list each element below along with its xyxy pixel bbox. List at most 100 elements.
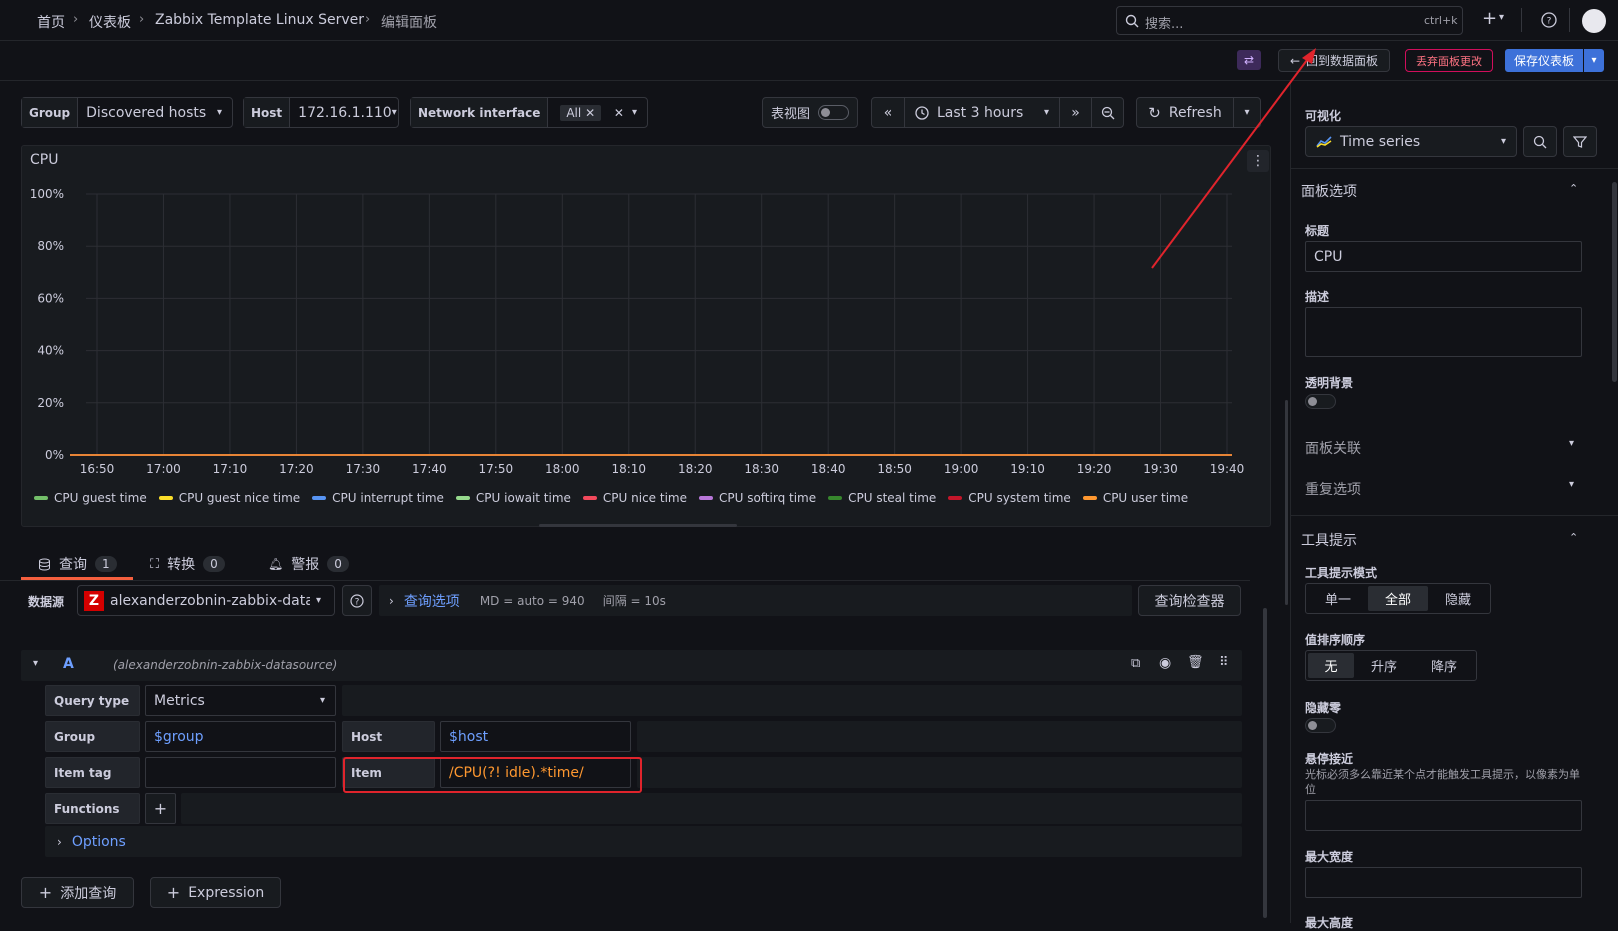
repeat-options-section[interactable]: 重复选项: [1305, 479, 1361, 499]
visualization-search-button[interactable]: [1523, 126, 1557, 157]
add-query-button[interactable]: + 添加查询: [21, 877, 134, 908]
variable-host[interactable]: Host 172.16.1.110 ▾: [243, 97, 399, 128]
chevron-up-icon[interactable]: ⌃: [1569, 531, 1578, 544]
legend-item[interactable]: CPU nice time: [582, 491, 687, 505]
legend-item[interactable]: CPU guest nice time: [158, 491, 301, 505]
legend-label: CPU nice time: [602, 491, 687, 505]
chevron-down-icon[interactable]: ▾: [1569, 438, 1574, 449]
description-textarea[interactable]: [1305, 307, 1582, 357]
variable-group[interactable]: Group Discovered hosts ▾: [21, 97, 233, 128]
query-scrollbar[interactable]: [1263, 608, 1267, 918]
plus-icon[interactable]: +: [1482, 8, 1497, 29]
x-tick-label: 17:40: [412, 462, 447, 476]
chevron-down-icon[interactable]: ▾: [1499, 12, 1504, 23]
time-range-picker[interactable]: Last 3 hours ▾: [904, 97, 1060, 128]
tooltip-section-title[interactable]: 工具提示: [1301, 530, 1357, 550]
tab-query[interactable]: 查询 1: [38, 548, 117, 580]
variable-host-value: 172.16.1.110: [298, 104, 392, 121]
x-tick-label: 17:00: [146, 462, 181, 476]
breadcrumb-dashboards[interactable]: 仪表板: [89, 12, 131, 32]
tooltip-mode-hidden[interactable]: 隐藏: [1428, 586, 1488, 611]
tab-alert[interactable]: 🔔︎ 警报 0: [268, 548, 349, 580]
item-tag-input[interactable]: [145, 757, 336, 788]
legend-swatch: [828, 496, 843, 500]
legend-item[interactable]: CPU user time: [1082, 491, 1188, 505]
tab-transform[interactable]: ⛶ 转换 0: [150, 548, 225, 580]
max-width-input[interactable]: [1305, 867, 1582, 898]
panel-links-section[interactable]: 面板关联: [1305, 438, 1361, 458]
legend-item[interactable]: CPU iowait time: [455, 491, 571, 505]
query-type-select[interactable]: Metrics ▾: [145, 685, 336, 716]
svg-text:?: ?: [355, 597, 360, 607]
splitter-handle[interactable]: [1285, 400, 1288, 605]
save-dashboard-button[interactable]: 保存仪表板: [1505, 49, 1583, 72]
variable-network-interface[interactable]: Network interface All ✕ ✕ ▾: [410, 97, 648, 128]
table-view-toggle[interactable]: 表视图: [762, 97, 858, 128]
avatar[interactable]: [1582, 9, 1606, 33]
x-tick-label: 19:40: [1210, 462, 1245, 476]
datasource-picker[interactable]: Z alexanderzobnin-zabbix-datasource ▾: [77, 585, 335, 616]
variable-group-label: Group: [22, 98, 79, 127]
time-shift-back-button[interactable]: «: [871, 97, 905, 128]
legend-item[interactable]: CPU interrupt time: [312, 491, 444, 505]
breadcrumb-current: 编辑面板: [381, 15, 437, 31]
breadcrumb-dashboard[interactable]: Zabbix Template Linux Server: [155, 12, 364, 28]
save-options-dropdown[interactable]: ▾: [1584, 49, 1604, 72]
options-row[interactable]: › Options: [45, 826, 1242, 857]
host-input[interactable]: $host: [440, 721, 631, 752]
copy-icon[interactable]: ⧉: [1131, 656, 1140, 671]
discard-label: 丢弃面板更改: [1416, 54, 1482, 68]
x-tick-label: 19:20: [1077, 462, 1112, 476]
zoom-out-button[interactable]: [1091, 97, 1124, 128]
legend-label: CPU guest nice time: [178, 491, 301, 505]
eye-icon[interactable]: ◉: [1159, 655, 1171, 671]
visualization-picker[interactable]: Time series ▾: [1305, 126, 1517, 157]
chevron-down-icon[interactable]: ▾: [33, 658, 38, 669]
sort-none[interactable]: 无: [1308, 653, 1354, 678]
options-scrollbar[interactable]: [1612, 182, 1617, 382]
help-icon[interactable]: ?: [1541, 12, 1557, 28]
query-inspector-button[interactable]: 查询检查器: [1138, 585, 1241, 616]
drag-handle-icon[interactable]: ⠿: [1219, 655, 1229, 670]
visualization-filter-button[interactable]: [1563, 126, 1597, 157]
datasource-help-button[interactable]: ?: [342, 585, 372, 616]
tooltip-mode-single[interactable]: 单一: [1308, 586, 1368, 611]
tooltip-mode-segmented[interactable]: 单一 全部 隐藏: [1305, 583, 1491, 614]
clear-icon[interactable]: ✕: [614, 106, 624, 120]
breadcrumb-home[interactable]: 首页: [37, 12, 65, 32]
chevron-down-icon[interactable]: ▾: [1569, 479, 1574, 490]
sort-ascending[interactable]: 升序: [1354, 653, 1414, 678]
hover-proximity-label: 悬停接近: [1305, 752, 1354, 766]
add-function-button[interactable]: +: [145, 793, 176, 824]
hover-proximity-input[interactable]: [1305, 800, 1582, 831]
hide-zero-toggle[interactable]: [1305, 718, 1336, 733]
sort-order-segmented[interactable]: 无 升序 降序: [1305, 650, 1477, 681]
legend-item[interactable]: CPU guest time: [34, 491, 147, 505]
title-input[interactable]: CPU: [1305, 241, 1582, 272]
variable-network-chip[interactable]: All ✕: [560, 104, 602, 121]
legend-item[interactable]: CPU system time: [948, 491, 1071, 505]
trash-icon[interactable]: 🗑︎: [1187, 655, 1204, 670]
group-input[interactable]: $group: [145, 721, 336, 752]
time-shift-forward-button[interactable]: »: [1059, 97, 1092, 128]
toggle-switch[interactable]: [818, 105, 850, 120]
query-type-value: Metrics: [154, 692, 205, 709]
query-a-header[interactable]: ▾ A (alexanderzobnin-zabbix-datasource) …: [21, 650, 1242, 681]
legend-item[interactable]: CPU softirq time: [698, 491, 816, 505]
query-options-bar[interactable]: › 查询选项 MD = auto = 940 间隔 = 10s: [379, 585, 1132, 616]
sort-descending[interactable]: 降序: [1414, 653, 1474, 678]
query-ref-source: (alexanderzobnin-zabbix-datasource): [113, 658, 338, 672]
legend-item[interactable]: CPU steal time: [828, 491, 936, 505]
search-box[interactable]: 搜索... ctrl+k: [1116, 6, 1463, 35]
tooltip-mode-all[interactable]: 全部: [1368, 586, 1428, 611]
panel-resize-handle[interactable]: [539, 524, 737, 527]
query-options-label[interactable]: 查询选项: [404, 591, 460, 611]
chevron-up-icon[interactable]: ⌃: [1569, 182, 1578, 195]
options-label[interactable]: Options: [72, 834, 126, 850]
discard-button[interactable]: 丢弃面板更改: [1405, 49, 1493, 72]
divider: [1569, 8, 1570, 32]
query-ref-id[interactable]: A: [63, 656, 74, 672]
close-icon[interactable]: ✕: [585, 106, 595, 120]
transparent-toggle[interactable]: [1305, 394, 1336, 409]
add-expression-button[interactable]: + Expression: [150, 877, 281, 908]
